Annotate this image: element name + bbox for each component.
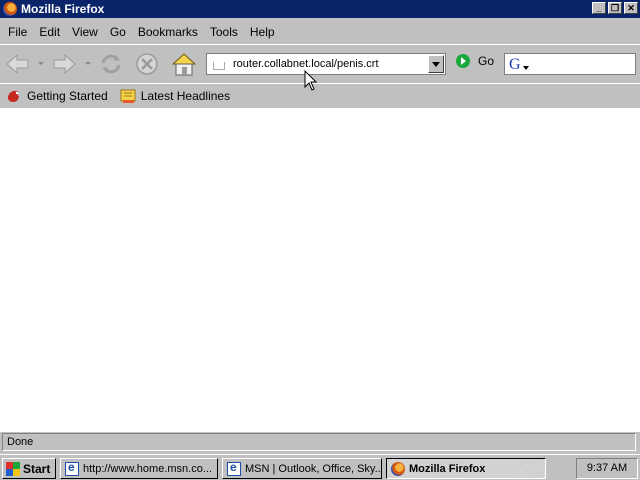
back-arrow-icon[interactable] — [4, 51, 32, 77]
taskbar-item-firefox[interactable]: Mozilla Firefox — [386, 458, 546, 479]
firefox-icon — [391, 461, 405, 476]
menu-file[interactable]: File — [0, 25, 33, 39]
go-arrow-icon — [456, 54, 470, 68]
go-label: Go — [478, 54, 495, 68]
taskbar-item-msn-outlook[interactable]: MSN | Outlook, Office, Sky... — [222, 458, 382, 479]
bookmark-getting-started[interactable]: Getting Started — [6, 88, 108, 104]
menu-help[interactable]: Help — [244, 25, 281, 39]
restore-button[interactable]: ❐ — [608, 2, 622, 14]
firefox-bookmark-icon — [8, 90, 19, 102]
status-text: Done — [2, 433, 636, 451]
close-button[interactable]: ✕ — [624, 2, 638, 14]
google-search-engine-icon[interactable]: G — [509, 56, 521, 74]
reload-icon[interactable] — [97, 51, 125, 77]
stop-icon[interactable] — [133, 51, 161, 77]
back-history-dropdown-icon[interactable] — [37, 59, 45, 67]
menu-bookmarks[interactable]: Bookmarks — [132, 25, 204, 39]
taskbar-item-label: Mozilla Firefox — [409, 462, 486, 475]
bookmark-label: Getting Started — [27, 89, 108, 103]
taskbar-item-label: http://www.home.msn.co... — [83, 462, 212, 475]
forward-history-dropdown-icon[interactable] — [84, 59, 92, 67]
rss-feed-icon — [120, 89, 136, 103]
navigation-toolbar: router.collabnet.local/penis.crt Go G — [0, 44, 640, 84]
window-title: Mozilla Firefox — [21, 2, 105, 16]
menu-edit[interactable]: Edit — [33, 25, 66, 39]
menu-bar: File Edit View Go Bookmarks Tools Help — [0, 22, 640, 42]
system-tray-clock[interactable]: 9:37 AM — [576, 458, 638, 479]
taskbar-item-label: MSN | Outlook, Office, Sky... — [245, 462, 382, 475]
ie-icon — [65, 460, 79, 476]
url-history-dropdown-button[interactable] — [428, 55, 444, 73]
search-bar[interactable]: G — [504, 53, 636, 75]
windows-logo-icon — [6, 461, 20, 476]
bookmark-label: Latest Headlines — [140, 89, 231, 103]
url-bar[interactable]: router.collabnet.local/penis.crt — [206, 53, 446, 75]
chevron-down-icon — [432, 62, 440, 67]
taskbar-item-msn-home[interactable]: http://www.home.msn.co... — [60, 458, 218, 479]
status-bar: Done — [0, 432, 640, 452]
menu-view[interactable]: View — [66, 25, 104, 39]
url-input[interactable]: router.collabnet.local/penis.crt — [233, 58, 379, 70]
menu-go[interactable]: Go — [104, 25, 132, 39]
ie-icon — [227, 460, 241, 476]
mouse-cursor-icon — [304, 70, 318, 91]
forward-arrow-icon[interactable] — [50, 51, 78, 77]
page-content-area[interactable] — [0, 108, 640, 432]
search-engine-dropdown-icon[interactable] — [523, 66, 529, 71]
firefox-icon — [3, 2, 17, 16]
menu-tools[interactable]: Tools — [204, 25, 244, 39]
bookmarks-toolbar: Getting Started Latest Headlines — [0, 83, 640, 109]
desktop-screen: Mozilla Firefox _ ❐ ✕ File Edit View Go … — [0, 0, 640, 480]
start-label: Start — [23, 461, 51, 476]
home-icon[interactable] — [170, 51, 198, 77]
go-button[interactable]: Go — [456, 54, 494, 68]
window-titlebar[interactable]: Mozilla Firefox _ ❐ ✕ — [0, 0, 640, 18]
page-favicon-icon — [213, 62, 225, 70]
taskbar: Start http://www.home.msn.co... MSN | Ou… — [0, 454, 640, 480]
window-controls: _ ❐ ✕ — [590, 2, 638, 14]
bookmark-latest-headlines[interactable]: Latest Headlines — [120, 88, 230, 104]
start-button[interactable]: Start — [2, 458, 56, 479]
minimize-button[interactable]: _ — [592, 2, 606, 14]
